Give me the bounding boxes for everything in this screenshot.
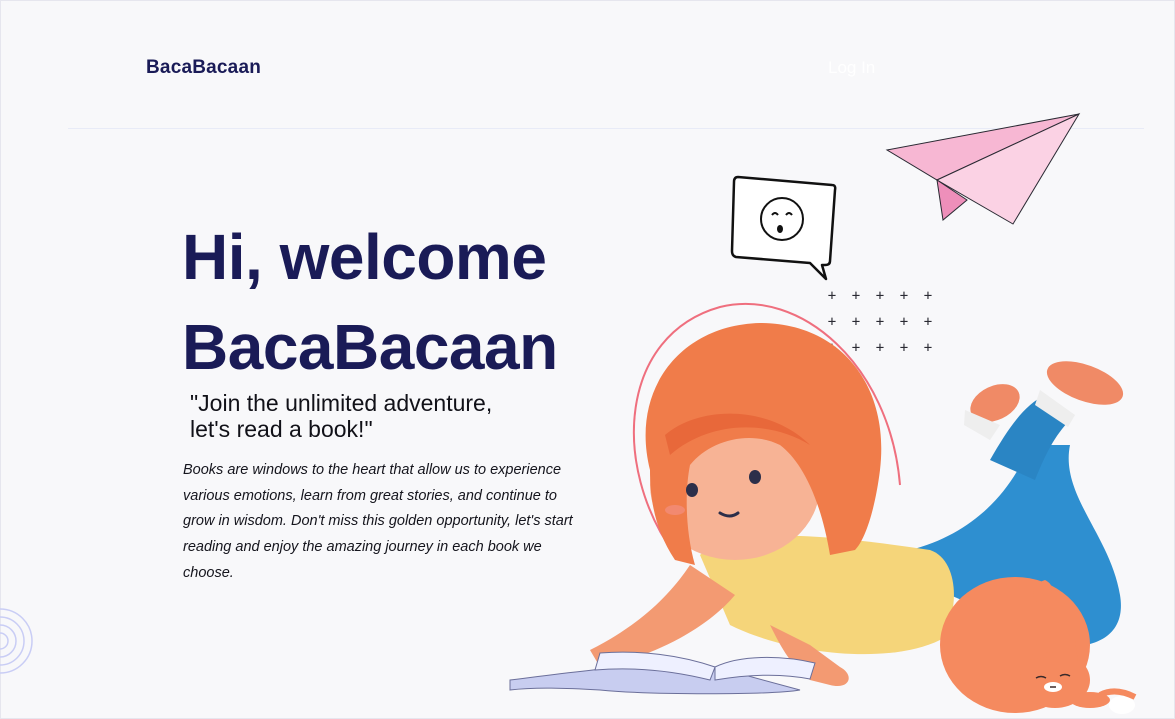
login-link[interactable]: Log In [828, 58, 875, 78]
paper-plane-icon [885, 112, 1081, 225]
hero-title-line1: Hi, welcome [182, 221, 547, 293]
concentric-circles-icon [0, 608, 33, 674]
brand-logo[interactable]: BacaBacaan [146, 57, 261, 79]
face-speech-bubble-icon [730, 175, 837, 281]
girl-reading-illustration [509, 302, 1137, 714]
